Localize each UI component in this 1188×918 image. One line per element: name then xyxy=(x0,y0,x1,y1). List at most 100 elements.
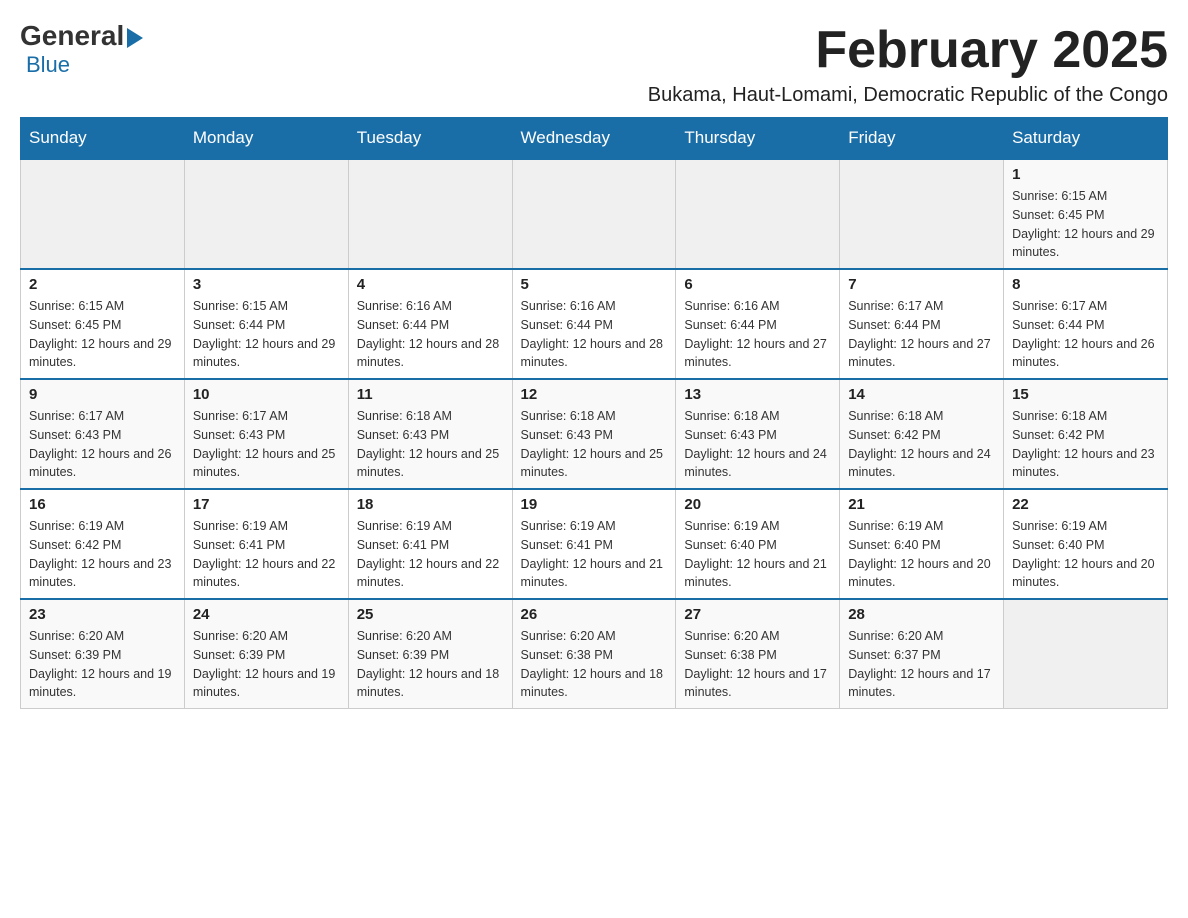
day-info: Sunrise: 6:16 AMSunset: 6:44 PMDaylight:… xyxy=(684,297,831,372)
calendar-cell: 3 Sunrise: 6:15 AMSunset: 6:44 PMDaylight… xyxy=(184,269,348,379)
day-info: Sunrise: 6:18 AMSunset: 6:42 PMDaylight:… xyxy=(848,407,995,482)
month-year-title: February 2025 xyxy=(648,20,1168,80)
weekday-header-wednesday: Wednesday xyxy=(512,118,676,160)
calendar-week-row: 1Sunrise: 6:15 AMSunset: 6:45 PMDaylight… xyxy=(21,159,1168,269)
day-info: Sunrise: 6:20 AMSunset: 6:39 PMDaylight:… xyxy=(29,627,176,702)
day-info: Sunrise: 6:18 AMSunset: 6:43 PMDaylight:… xyxy=(684,407,831,482)
day-info: Sunrise: 6:20 AMSunset: 6:38 PMDaylight:… xyxy=(684,627,831,702)
calendar-week-row: 16 Sunrise: 6:19 AMSunset: 6:42 PMDayligh… xyxy=(21,489,1168,599)
day-info: Sunrise: 6:18 AMSunset: 6:43 PMDaylight:… xyxy=(357,407,504,482)
day-info: Sunrise: 6:19 AMSunset: 6:41 PMDaylight:… xyxy=(521,517,668,592)
day-number: 24 xyxy=(193,606,340,623)
day-info: Sunrise: 6:18 AMSunset: 6:42 PMDaylight:… xyxy=(1012,407,1159,482)
day-info: Sunrise: 6:19 AMSunset: 6:40 PMDaylight:… xyxy=(684,517,831,592)
weekday-header-sunday: Sunday xyxy=(21,118,185,160)
day-number: 19 xyxy=(521,496,668,513)
day-info: Sunrise: 6:18 AMSunset: 6:43 PMDaylight:… xyxy=(521,407,668,482)
calendar-cell: 12 Sunrise: 6:18 AMSunset: 6:43 PMDayligh… xyxy=(512,379,676,489)
calendar-week-row: 2 Sunrise: 6:15 AMSunset: 6:45 PMDaylight… xyxy=(21,269,1168,379)
day-number: 21 xyxy=(848,496,995,513)
day-number: 22 xyxy=(1012,496,1159,513)
day-info: Sunrise: 6:20 AMSunset: 6:39 PMDaylight:… xyxy=(193,627,340,702)
calendar-cell xyxy=(512,159,676,269)
calendar-cell: 4 Sunrise: 6:16 AMSunset: 6:44 PMDaylight… xyxy=(348,269,512,379)
weekday-header-tuesday: Tuesday xyxy=(348,118,512,160)
day-info: Sunrise: 6:15 AMSunset: 6:44 PMDaylight:… xyxy=(193,297,340,372)
day-number: 23 xyxy=(29,606,176,623)
day-number: 7 xyxy=(848,276,995,293)
calendar-cell: 2 Sunrise: 6:15 AMSunset: 6:45 PMDaylight… xyxy=(21,269,185,379)
day-info: Sunrise: 6:20 AMSunset: 6:38 PMDaylight:… xyxy=(521,627,668,702)
day-number: 11 xyxy=(357,386,504,403)
day-number: 9 xyxy=(29,386,176,403)
day-number: 2 xyxy=(29,276,176,293)
calendar-week-row: 9 Sunrise: 6:17 AMSunset: 6:43 PMDaylight… xyxy=(21,379,1168,489)
calendar-cell: 9 Sunrise: 6:17 AMSunset: 6:43 PMDaylight… xyxy=(21,379,185,489)
day-number: 6 xyxy=(684,276,831,293)
day-number: 12 xyxy=(521,386,668,403)
calendar-cell: 20 Sunrise: 6:19 AMSunset: 6:40 PMDayligh… xyxy=(676,489,840,599)
calendar-cell: 14 Sunrise: 6:18 AMSunset: 6:42 PMDayligh… xyxy=(840,379,1004,489)
weekday-header-thursday: Thursday xyxy=(676,118,840,160)
page-header: General Blue February 2025 Bukama, Haut-… xyxy=(20,20,1168,107)
calendar-cell: 18 Sunrise: 6:19 AMSunset: 6:41 PMDayligh… xyxy=(348,489,512,599)
calendar-cell: 7 Sunrise: 6:17 AMSunset: 6:44 PMDaylight… xyxy=(840,269,1004,379)
logo: General Blue xyxy=(20,20,146,78)
day-info: Sunrise: 6:17 AMSunset: 6:43 PMDaylight:… xyxy=(29,407,176,482)
weekday-header-friday: Friday xyxy=(840,118,1004,160)
day-info: Sunrise: 6:19 AMSunset: 6:41 PMDaylight:… xyxy=(193,517,340,592)
calendar-cell: 13 Sunrise: 6:18 AMSunset: 6:43 PMDayligh… xyxy=(676,379,840,489)
calendar-cell: 23 Sunrise: 6:20 AMSunset: 6:39 PMDayligh… xyxy=(21,599,185,709)
day-number: 15 xyxy=(1012,386,1159,403)
day-info: Sunrise: 6:17 AMSunset: 6:44 PMDaylight:… xyxy=(1012,297,1159,372)
weekday-header-monday: Monday xyxy=(184,118,348,160)
day-info: Sunrise: 6:17 AMSunset: 6:44 PMDaylight:… xyxy=(848,297,995,372)
day-number: 4 xyxy=(357,276,504,293)
title-section: February 2025 Bukama, Haut-Lomami, Democ… xyxy=(648,20,1168,107)
day-number: 20 xyxy=(684,496,831,513)
calendar-cell: 17Sunrise: 6:19 AMSunset: 6:41 PMDayligh… xyxy=(184,489,348,599)
day-number: 8 xyxy=(1012,276,1159,293)
day-number: 18 xyxy=(357,496,504,513)
calendar-cell: 16 Sunrise: 6:19 AMSunset: 6:42 PMDayligh… xyxy=(21,489,185,599)
calendar-cell: 5Sunrise: 6:16 AMSunset: 6:44 PMDaylight… xyxy=(512,269,676,379)
calendar-cell: 10 Sunrise: 6:17 AMSunset: 6:43 PMDayligh… xyxy=(184,379,348,489)
day-info: Sunrise: 6:19 AMSunset: 6:42 PMDaylight:… xyxy=(29,517,176,592)
day-number: 14 xyxy=(848,386,995,403)
day-number: 13 xyxy=(684,386,831,403)
calendar-cell: 15 Sunrise: 6:18 AMSunset: 6:42 PMDayligh… xyxy=(1004,379,1168,489)
location-subtitle: Bukama, Haut-Lomami, Democratic Republic… xyxy=(648,84,1168,107)
day-info: Sunrise: 6:19 AMSunset: 6:40 PMDaylight:… xyxy=(848,517,995,592)
day-number: 3 xyxy=(193,276,340,293)
calendar-cell xyxy=(676,159,840,269)
calendar-cell: 26Sunrise: 6:20 AMSunset: 6:38 PMDayligh… xyxy=(512,599,676,709)
day-info: Sunrise: 6:16 AMSunset: 6:44 PMDaylight:… xyxy=(357,297,504,372)
day-info: Sunrise: 6:20 AMSunset: 6:39 PMDaylight:… xyxy=(357,627,504,702)
calendar-cell: 27 Sunrise: 6:20 AMSunset: 6:38 PMDayligh… xyxy=(676,599,840,709)
calendar-cell: 28 Sunrise: 6:20 AMSunset: 6:37 PMDayligh… xyxy=(840,599,1004,709)
day-number: 28 xyxy=(848,606,995,623)
calendar-cell: 8 Sunrise: 6:17 AMSunset: 6:44 PMDaylight… xyxy=(1004,269,1168,379)
day-number: 16 xyxy=(29,496,176,513)
day-number: 10 xyxy=(193,386,340,403)
day-number: 25 xyxy=(357,606,504,623)
day-info: Sunrise: 6:17 AMSunset: 6:43 PMDaylight:… xyxy=(193,407,340,482)
logo-arrow-icon xyxy=(127,28,143,48)
calendar-table: SundayMondayTuesdayWednesdayThursdayFrid… xyxy=(20,117,1168,709)
day-info: Sunrise: 6:20 AMSunset: 6:37 PMDaylight:… xyxy=(848,627,995,702)
calendar-cell: 22 Sunrise: 6:19 AMSunset: 6:40 PMDayligh… xyxy=(1004,489,1168,599)
calendar-cell: 11 Sunrise: 6:18 AMSunset: 6:43 PMDayligh… xyxy=(348,379,512,489)
logo-general-text: General xyxy=(20,20,124,52)
day-info: Sunrise: 6:19 AMSunset: 6:41 PMDaylight:… xyxy=(357,517,504,592)
day-number: 27 xyxy=(684,606,831,623)
calendar-header: SundayMondayTuesdayWednesdayThursdayFrid… xyxy=(21,118,1168,160)
day-info: Sunrise: 6:15 AMSunset: 6:45 PMDaylight:… xyxy=(29,297,176,372)
calendar-cell: 19 Sunrise: 6:19 AMSunset: 6:41 PMDayligh… xyxy=(512,489,676,599)
calendar-cell xyxy=(840,159,1004,269)
day-number: 5 xyxy=(521,276,668,293)
day-info: Sunrise: 6:19 AMSunset: 6:40 PMDaylight:… xyxy=(1012,517,1159,592)
calendar-cell xyxy=(21,159,185,269)
day-info: Sunrise: 6:15 AMSunset: 6:45 PMDaylight:… xyxy=(1012,187,1159,262)
calendar-week-row: 23 Sunrise: 6:20 AMSunset: 6:39 PMDayligh… xyxy=(21,599,1168,709)
weekday-header-row: SundayMondayTuesdayWednesdayThursdayFrid… xyxy=(21,118,1168,160)
